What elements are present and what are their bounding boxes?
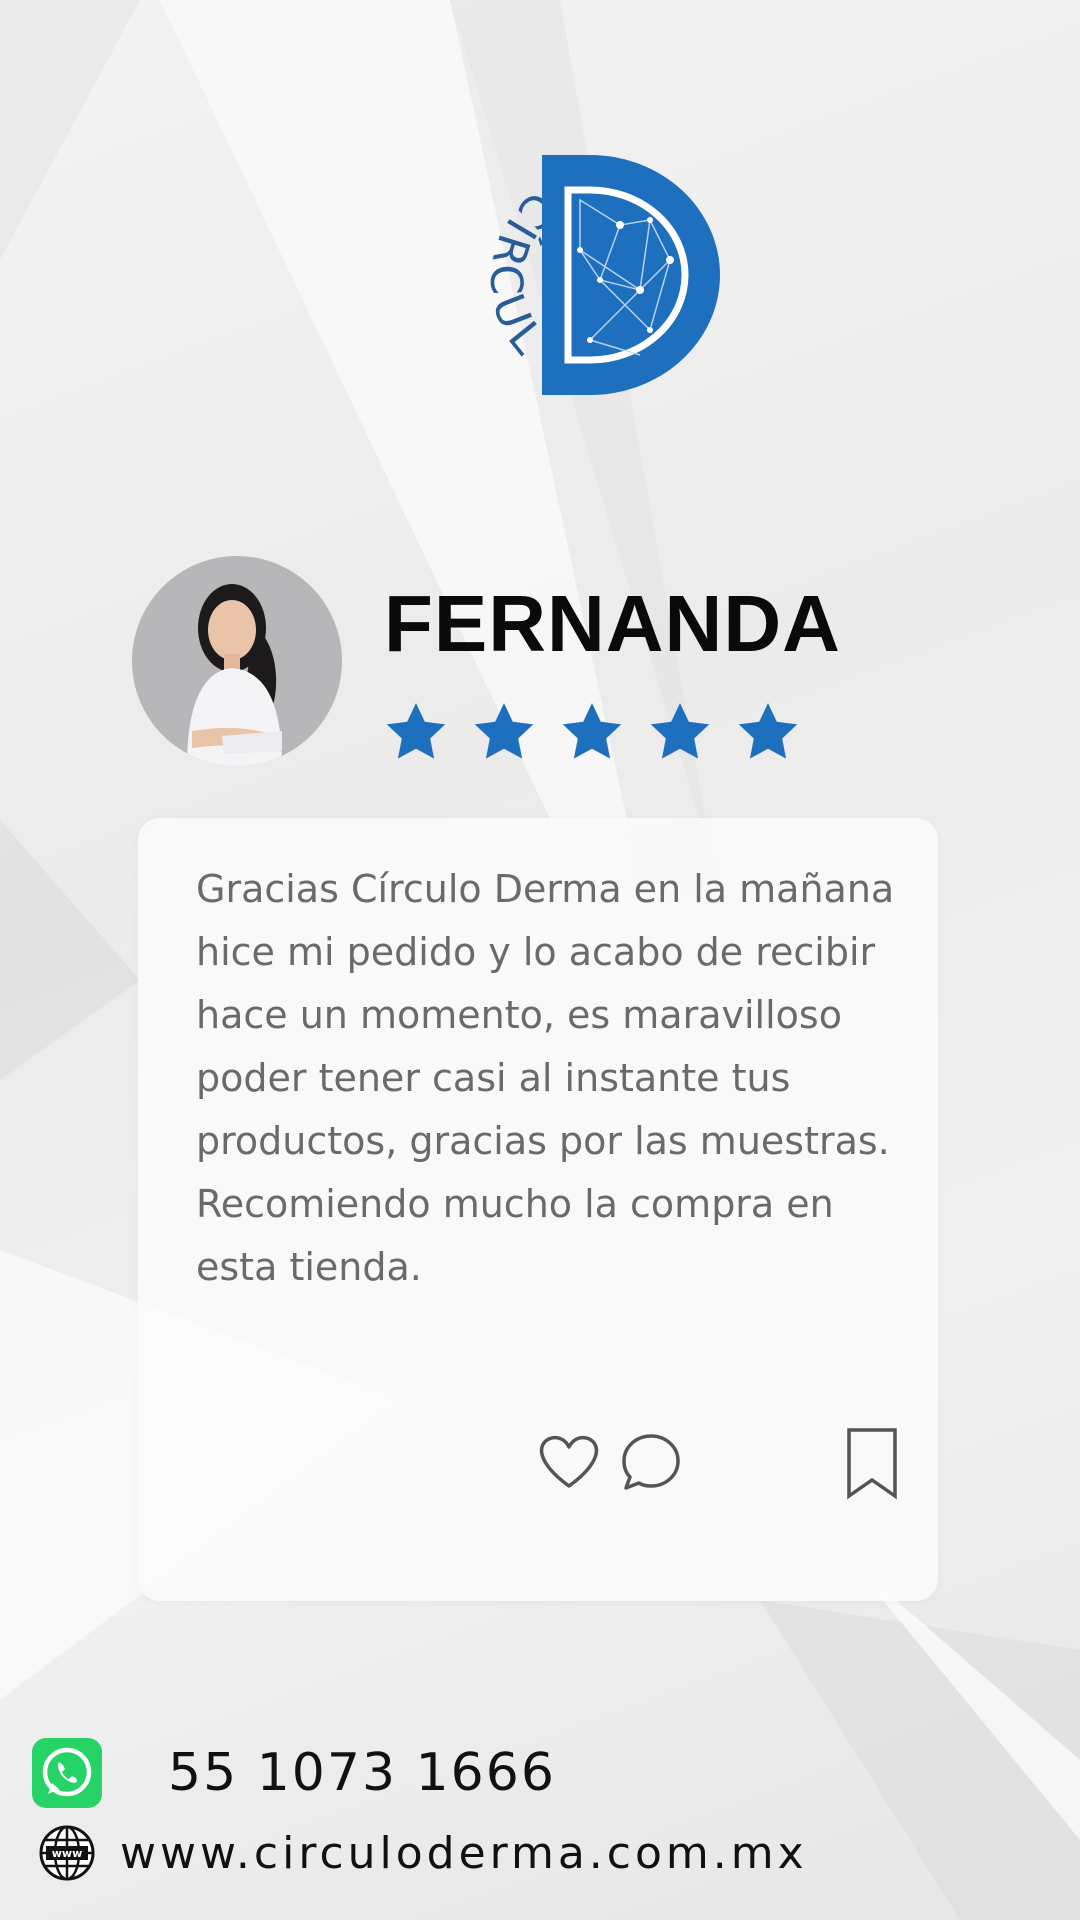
website-url[interactable]: www.circuloderma.com.mx — [120, 1828, 808, 1879]
phone-contact[interactable]: 55 1073 1666 — [32, 1738, 556, 1808]
review-text: Gracias Círculo Derma en la mañana hice … — [196, 858, 896, 1299]
avatar — [132, 556, 342, 766]
review-paragraph: Gracias Círculo Derma en la mañana hice … — [196, 867, 895, 1163]
reviewer-name: FERNANDA — [384, 579, 841, 668]
star-icon — [474, 703, 534, 759]
globe-icon: www — [39, 1825, 95, 1881]
review-card: Gracias Círculo Derma en la mañana hice … — [138, 818, 938, 1601]
review-paragraph: Recomiendo mucho la compra en esta tiend… — [196, 1182, 834, 1289]
svg-text:www: www — [52, 1847, 83, 1860]
star-icon — [650, 703, 710, 759]
phone-number: 55 1073 1666 — [168, 1743, 556, 1803]
star-icon — [386, 703, 446, 759]
whatsapp-icon — [32, 1738, 102, 1808]
comment-icon[interactable] — [618, 1430, 684, 1494]
website-contact[interactable]: www www.circuloderma.com.mx — [38, 1824, 808, 1882]
bookmark-icon[interactable] — [844, 1426, 900, 1500]
star-icon — [738, 703, 798, 759]
star-rating — [382, 698, 802, 766]
heart-icon[interactable] — [536, 1430, 602, 1492]
star-icon — [562, 703, 622, 759]
brand-logo: CÍRCULO — [420, 100, 720, 410]
